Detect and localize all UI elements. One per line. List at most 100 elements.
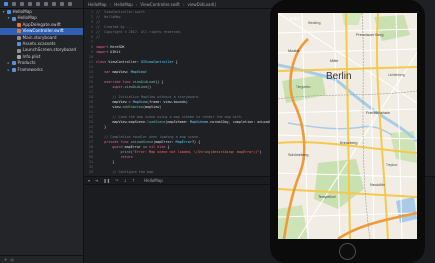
code-token: return: [120, 155, 133, 159]
map-view[interactable]: Mitte Moabit Prenzlauer Berg Friedrichshain…: [278, 13, 417, 239]
code-token: (): [147, 85, 152, 89]
pause-icon[interactable]: ❚❚: [103, 178, 110, 183]
project-file-icon: [6, 10, 11, 15]
code-area[interactable]: 1 2 3 4 5 6 7 8 9 10 11 12 13 14 15 16 17 18 19 20 21 22 23 24 2…: [84, 10, 300, 175]
chevron-down-icon[interactable]: ▾: [7, 15, 10, 21]
breadcrumb-item[interactable]: ViewController.swift: [140, 2, 179, 7]
folder-icon[interactable]: [4, 2, 8, 6]
code-token: MapError: [175, 140, 192, 144]
file-tree-item[interactable]: ▸ Frameworks: [0, 67, 83, 73]
breadcrumb-item[interactable]: viewDidLoad(): [187, 2, 216, 7]
test-icon[interactable]: [44, 2, 48, 6]
code-token: // Configure the map.: [112, 170, 156, 174]
status-bar-time: 9:41: [290, 16, 300, 21]
code-token: ?) {: [192, 140, 201, 144]
code-token: !: [145, 70, 148, 74]
report-icon[interactable]: [68, 2, 72, 6]
code-token: "Error: Map scene not loaded, \(String(d…: [132, 150, 260, 154]
code-token: mapView.mapScene.: [96, 120, 148, 124]
code-token: class: [96, 60, 109, 64]
code-token: mapView:: [112, 70, 131, 74]
file-tree-item-label: Frameworks: [17, 66, 43, 72]
plist-file-icon: [16, 54, 21, 59]
file-tree: ▾ HelloMap ▾ HelloMap AppDelegate.swift ViewC…: [0, 9, 83, 73]
code-token: // Completion handler when loading a map…: [104, 135, 201, 139]
code-token: MapView: [130, 70, 146, 74]
code-token: ViewController:: [108, 60, 141, 64]
code-token: mapError ==: [124, 145, 150, 149]
search-icon[interactable]: [28, 2, 32, 6]
code-token: override func: [104, 80, 133, 84]
code-token: MapScheme: [189, 120, 209, 124]
code-token: else: [157, 145, 168, 149]
code-token: (mapError:: [153, 140, 176, 144]
folder-file-icon: [16, 42, 21, 47]
map-place-label: Kreuzberg: [340, 141, 358, 145]
breadcrumb-item[interactable]: HelloMap: [88, 2, 107, 7]
breakpoints-toggle-icon[interactable]: ➜: [95, 178, 98, 183]
source-editor: HelloMap › HelloMap › ViewController.swift › v…: [84, 0, 300, 263]
breakpoint-icon[interactable]: [60, 2, 64, 6]
code-token: guard: [112, 145, 125, 149]
code-token: // HelloMap: [96, 15, 121, 19]
folder-file-icon: [11, 16, 16, 21]
code-token: // ViewController.swift: [96, 10, 145, 14]
project-navigator: ▾ HelloMap ▾ HelloMap AppDelegate.swift ViewC…: [0, 0, 84, 263]
code-token: print: [120, 150, 131, 154]
breadcrumb-item[interactable]: HelloMap: [114, 2, 133, 7]
code-token: //: [96, 20, 101, 24]
line-number-gutter: 1 2 3 4 5 6 7 8 9 10 11 12 13 14 15 16 17 18 19 20 21 22 23 24 2…: [84, 10, 95, 175]
code-token: (mapScheme:: [165, 120, 190, 124]
hide-debug-area-icon[interactable]: ▾: [88, 178, 90, 183]
chevron-down-icon[interactable]: ▾: [2, 9, 5, 15]
debug-icon[interactable]: [52, 2, 56, 6]
code-token: }: [96, 160, 115, 164]
city-label: Berlin: [326, 71, 352, 82]
ios-simulator: Mitte Moabit Prenzlauer Berg Friedrichshain…: [270, 0, 425, 263]
code-token: () {: [155, 80, 164, 84]
code-token: // Initialize MapView without a storyboa…: [112, 95, 201, 99]
map-place-label: Tempelhof: [318, 195, 336, 199]
map-place-label: Friedrichshain: [366, 111, 390, 115]
code-token: import: [96, 50, 111, 54]
board-file-icon: [16, 35, 21, 40]
chevron-right-icon: ›: [109, 1, 112, 7]
swift-file-icon: [16, 29, 21, 34]
board-file-icon: [16, 48, 21, 53]
step-in-icon[interactable]: ↓: [123, 178, 126, 183]
code-token: viewDidLoad: [132, 80, 156, 84]
code-token: HereSDK: [110, 45, 125, 49]
map-place-label: Wedding: [308, 21, 321, 25]
chevron-right-icon[interactable]: ▸: [7, 67, 10, 73]
code-token: {: [173, 60, 178, 64]
source-control-icon[interactable]: [12, 2, 16, 6]
chevron-right-icon: ›: [182, 1, 185, 7]
code-token: UIViewController: [140, 60, 174, 64]
map-place-label: Lichtenberg: [388, 73, 405, 77]
folder-file-icon: [11, 67, 16, 72]
map-place-label: Tiergarten: [296, 85, 311, 89]
code-token: MapView: [132, 100, 148, 104]
navigator-filter-bar: + ◎: [0, 255, 84, 263]
step-out-icon[interactable]: ↑: [132, 178, 135, 183]
code-token: import: [96, 45, 111, 49]
map-canvas[interactable]: [278, 13, 417, 239]
issue-icon[interactable]: [36, 2, 40, 6]
home-button[interactable]: [339, 243, 356, 260]
add-icon[interactable]: +: [4, 257, 7, 262]
code-token: view.: [96, 105, 123, 109]
step-over-icon[interactable]: ↷: [115, 178, 118, 183]
filter-icon[interactable]: ◎: [10, 257, 14, 262]
symbol-icon[interactable]: [20, 2, 24, 6]
map-place-label: Prenzlauer Berg: [356, 33, 384, 37]
code-token: private func: [104, 140, 131, 144]
code-token: //: [96, 35, 101, 39]
